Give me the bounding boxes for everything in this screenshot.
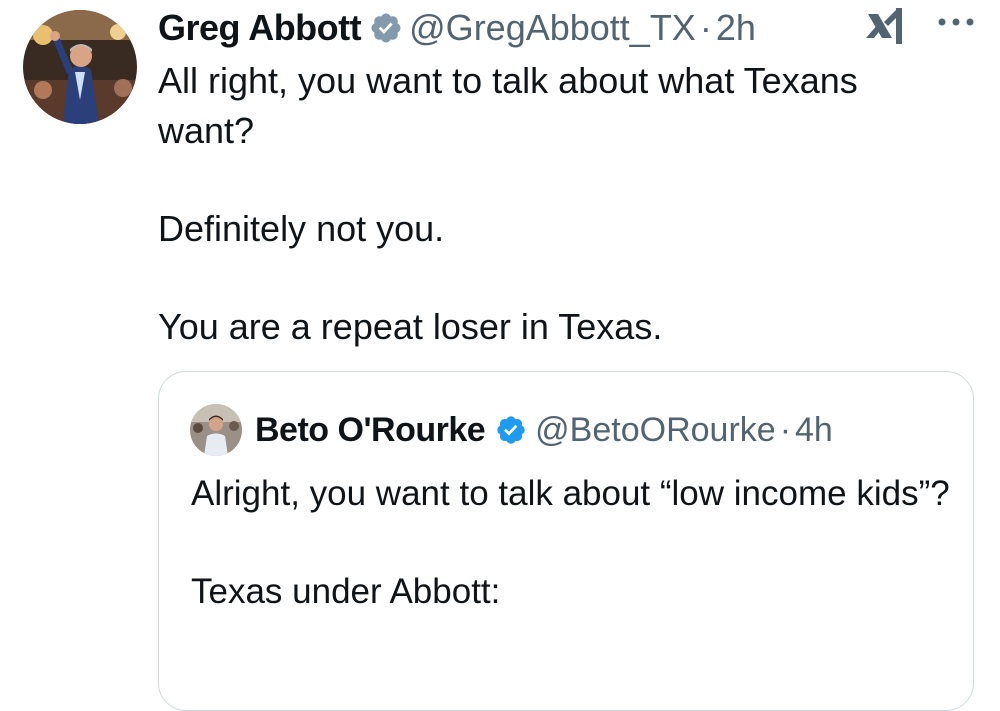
quoted-author-display-name[interactable]: Beto O'Rourke [255, 411, 486, 450]
avatar-photo-icon [190, 404, 242, 456]
tweet[interactable]: Greg Abbott @GregAbbott_TX · 2h All righ… [0, 0, 1000, 711]
avatar-photo-icon [23, 10, 137, 124]
tweet-header: Greg Abbott @GregAbbott_TX · 2h [158, 4, 756, 52]
author-display-name[interactable]: Greg Abbott [158, 7, 362, 49]
tweet-timestamp[interactable]: 2h [716, 7, 756, 49]
quoted-tweet-header: Beto O'Rourke @BetoORourke · 4h [255, 404, 833, 456]
quoted-tweet[interactable]: Beto O'Rourke @BetoORourke · 4h Alright,… [158, 371, 974, 711]
grok-icon[interactable] [862, 4, 912, 48]
verified-badge-icon [497, 416, 525, 444]
tweet-body: All right, you want to talk about what T… [158, 56, 958, 352]
header-separator: · [779, 410, 792, 449]
tweet-text-line: You are a repeat loser in Texas. [158, 306, 663, 347]
tweet-text-line: All right, you want to talk about what T… [158, 60, 858, 151]
verified-badge-icon [371, 13, 401, 43]
author-handle[interactable]: @GregAbbott_TX [409, 7, 696, 49]
quoted-text-line: Alright, you want to talk about “low inc… [191, 474, 950, 513]
quoted-tweet-timestamp[interactable]: 4h [795, 411, 833, 450]
quoted-tweet-body: Alright, you want to talk about “low inc… [191, 470, 951, 616]
quoted-author-handle[interactable]: @BetoORourke [535, 411, 776, 450]
header-separator: · [699, 7, 712, 48]
tweet-text-line: Definitely not you. [158, 208, 445, 249]
author-avatar[interactable] [23, 10, 137, 124]
quoted-author-avatar[interactable] [190, 404, 242, 456]
quoted-text-line: Texas under Abbott: [191, 572, 501, 611]
more-options-icon[interactable] [936, 16, 976, 28]
